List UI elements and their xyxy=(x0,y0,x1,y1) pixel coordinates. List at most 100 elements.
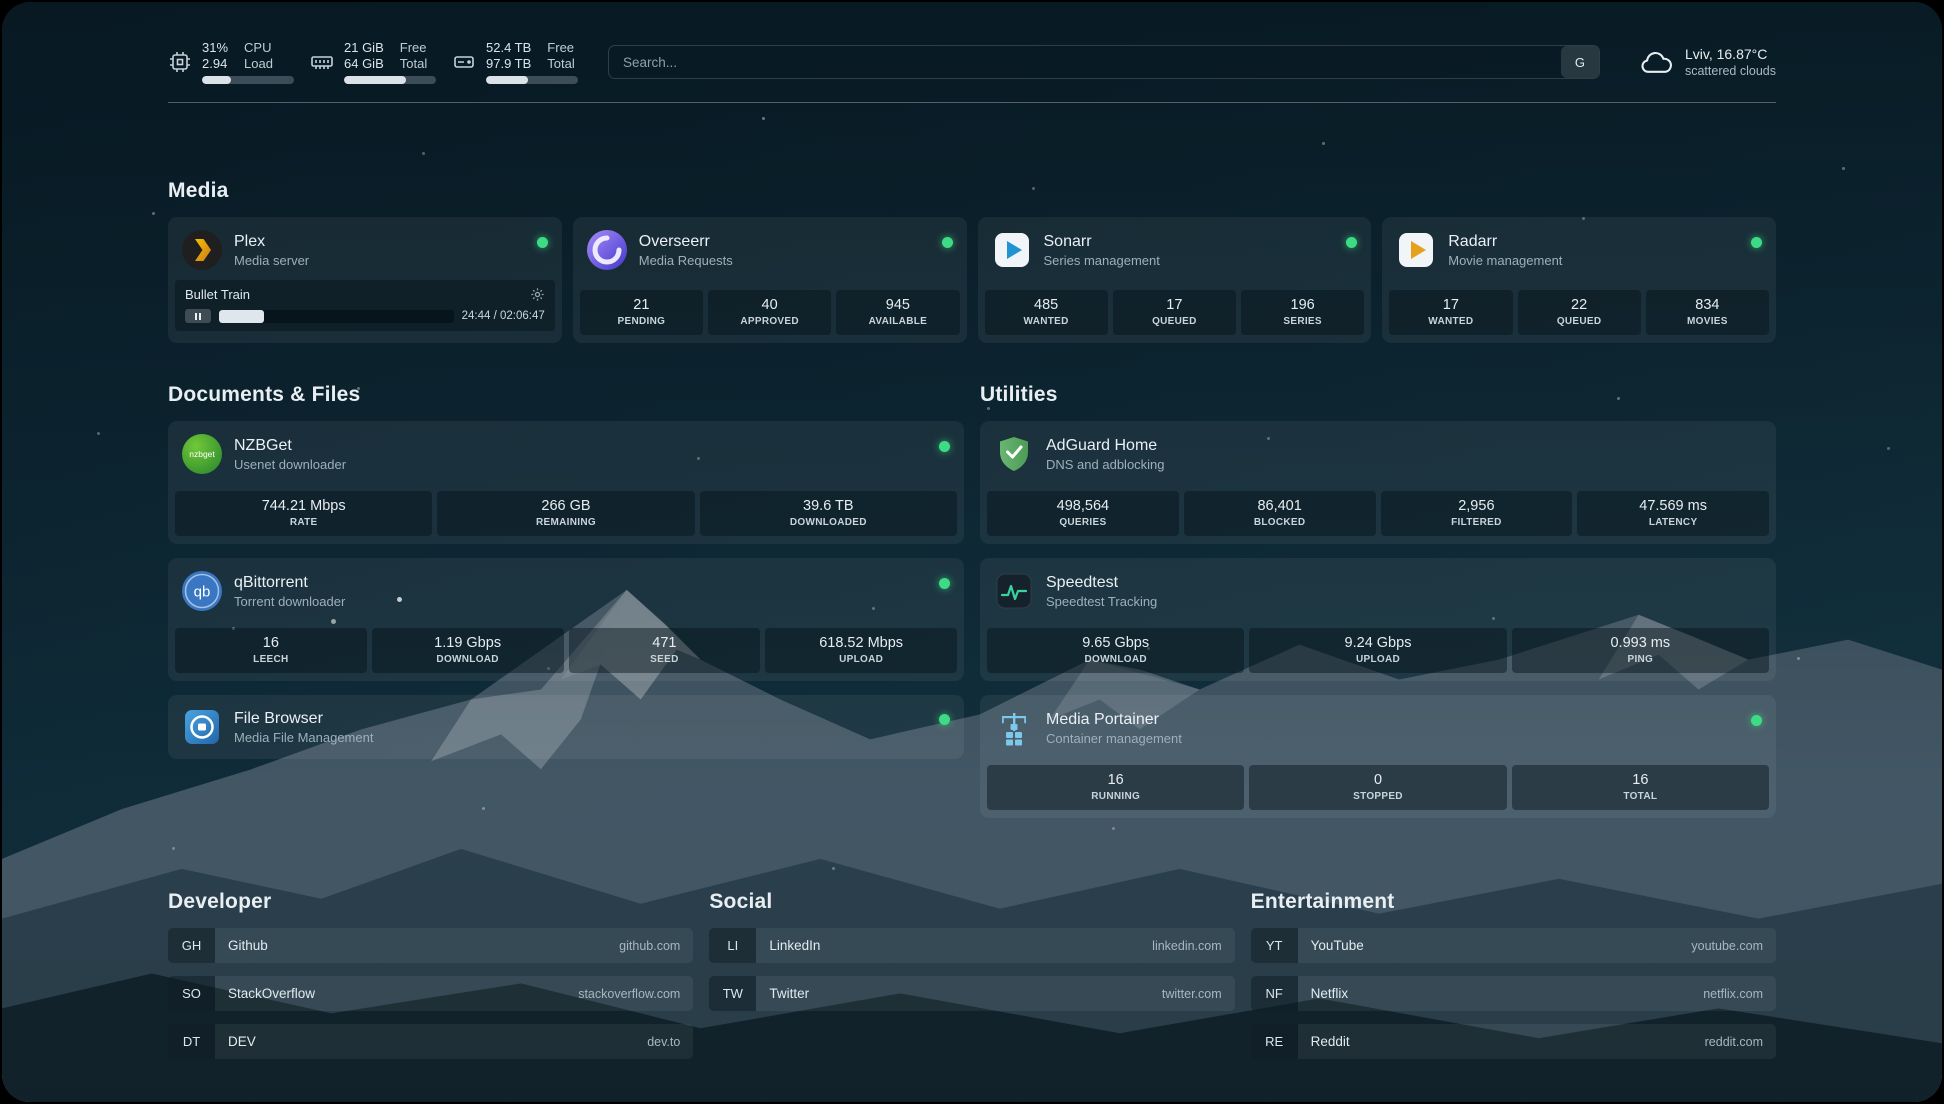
stat-label: PENDING xyxy=(584,316,699,327)
bookmark-domain: youtube.com xyxy=(1691,939,1763,953)
stat-label: LEECH xyxy=(179,654,363,665)
weather-condition: scattered clouds xyxy=(1685,64,1776,78)
stat-value: 86,401 xyxy=(1188,498,1372,514)
weather-widget[interactable]: Lviv, 16.87°C scattered clouds xyxy=(1638,46,1776,78)
service-name: Speedtest xyxy=(1046,574,1157,592)
stat-label: BLOCKED xyxy=(1188,517,1372,528)
topbar: 31% 2.94 CPU Load xyxy=(168,40,1776,84)
stat-label: WANTED xyxy=(1393,316,1508,327)
bookmark-name: Reddit xyxy=(1311,1034,1350,1049)
service-card-sonarr[interactable]: Sonarr Series management 485 WANTED 17 Q… xyxy=(978,217,1372,343)
stat-block: 16 TOTAL xyxy=(1512,765,1769,810)
sonarr-icon xyxy=(992,230,1032,270)
bookmark-abbr: NF xyxy=(1251,976,1298,1011)
resource-widgets: 31% 2.94 CPU Load xyxy=(168,40,578,84)
stat-label: REMAINING xyxy=(441,517,690,528)
stat-block: 17 WANTED xyxy=(1389,290,1512,335)
bookmark-abbr: DT xyxy=(168,1024,215,1059)
status-indicator xyxy=(939,441,950,452)
weather-location: Lviv, 16.87°C xyxy=(1685,46,1776,62)
playback-progress-track[interactable] xyxy=(219,310,454,323)
svg-text:qb: qb xyxy=(194,584,211,601)
bookmark-netflix[interactable]: NF Netflix netflix.com xyxy=(1251,976,1776,1011)
bookmark-github[interactable]: GH Github github.com xyxy=(168,928,693,963)
service-card-nzbget[interactable]: nzbget NZBGet Usenet downloader 74 xyxy=(168,421,964,544)
nzbget-icon: nzbget xyxy=(182,434,222,474)
stat-label: TOTAL xyxy=(1516,791,1765,802)
service-description: Torrent downloader xyxy=(234,594,345,609)
gear-icon[interactable] xyxy=(530,287,545,302)
stat-label: SERIES xyxy=(1245,316,1360,327)
bookmark-group-title: Entertainment xyxy=(1251,890,1776,914)
stat-label: WANTED xyxy=(989,316,1104,327)
bookmark-name: StackOverflow xyxy=(228,986,315,1001)
stat-value: 0 xyxy=(1253,772,1502,788)
stat-value: 21 xyxy=(584,297,699,313)
stat-block: 196 SERIES xyxy=(1241,290,1364,335)
bookmark-group-entertainment: Entertainment YT YouTube youtube.com NF … xyxy=(1251,890,1776,1072)
service-card-speedtest[interactable]: Speedtest Speedtest Tracking 9.65 Gbps D… xyxy=(980,558,1776,681)
search-input[interactable] xyxy=(609,46,1561,78)
playback-progress-fill xyxy=(219,310,264,323)
pause-button[interactable] xyxy=(185,309,211,323)
stat-block: 0.993 ms PING xyxy=(1512,628,1769,673)
service-name: Radarr xyxy=(1448,233,1562,251)
stat-block: 1.19 Gbps DOWNLOAD xyxy=(372,628,564,673)
bookmark-name: DEV xyxy=(228,1034,256,1049)
bookmark-stackoverflow[interactable]: SO StackOverflow stackoverflow.com xyxy=(168,976,693,1011)
bookmark-name: Netflix xyxy=(1311,986,1349,1001)
bookmark-linkedin[interactable]: LI LinkedIn linkedin.com xyxy=(709,928,1234,963)
group-title-documents: Documents & Files xyxy=(168,383,964,407)
bookmark-dev[interactable]: DT DEV dev.to xyxy=(168,1024,693,1059)
bookmark-domain: dev.to xyxy=(647,1035,680,1049)
stat-block: 945 AVAILABLE xyxy=(836,290,959,335)
service-name: Overseerr xyxy=(639,233,733,251)
bookmark-youtube[interactable]: YT YouTube youtube.com xyxy=(1251,928,1776,963)
cpu-icon xyxy=(168,50,192,74)
service-description: Usenet downloader xyxy=(234,457,346,472)
disk-free-label: Free xyxy=(547,40,574,56)
search-bar: G xyxy=(608,45,1600,79)
stat-block: 16 RUNNING xyxy=(987,765,1244,810)
cpu-progress-track xyxy=(202,76,294,84)
cpu-usage-value: 31% xyxy=(202,40,228,56)
service-card-filebrowser[interactable]: File Browser Media File Management xyxy=(168,695,964,759)
service-card-qbittorrent[interactable]: qb qBittorrent Torrent downloader xyxy=(168,558,964,681)
bookmark-twitter[interactable]: TW Twitter twitter.com xyxy=(709,976,1234,1011)
stat-label: QUEUED xyxy=(1117,316,1232,327)
stat-label: DOWNLOADED xyxy=(704,517,953,528)
stat-block: 22 QUEUED xyxy=(1518,290,1641,335)
speedtest-icon xyxy=(994,571,1034,611)
stat-block: 834 MOVIES xyxy=(1646,290,1769,335)
service-card-portainer[interactable]: Media Portainer Container management 16 … xyxy=(980,695,1776,818)
service-card-radarr[interactable]: Radarr Movie management 17 WANTED 22 QUE… xyxy=(1382,217,1776,343)
stat-block: 485 WANTED xyxy=(985,290,1108,335)
service-card-adguard[interactable]: AdGuard Home DNS and adblocking 498,564 … xyxy=(980,421,1776,544)
search-provider-button[interactable]: G xyxy=(1561,46,1599,78)
bookmark-reddit[interactable]: RE Reddit reddit.com xyxy=(1251,1024,1776,1059)
service-name: NZBGet xyxy=(234,437,346,455)
stat-label: UPLOAD xyxy=(1253,654,1502,665)
stat-value: 0.993 ms xyxy=(1516,635,1765,651)
service-card-overseerr[interactable]: Overseerr Media Requests 21 PENDING 40 A… xyxy=(573,217,967,343)
cpu-load-label: Load xyxy=(244,56,273,72)
disk-progress-fill xyxy=(486,76,528,84)
stat-value: 16 xyxy=(991,772,1240,788)
service-card-plex[interactable]: Plex Media server Bullet Train xyxy=(168,217,562,343)
status-indicator xyxy=(1751,237,1762,248)
cloud-icon xyxy=(1638,49,1674,76)
stat-block: 0 STOPPED xyxy=(1249,765,1506,810)
memory-free-value: 21 GiB xyxy=(344,40,384,56)
service-name: Plex xyxy=(234,233,309,251)
stat-label: QUERIES xyxy=(991,517,1175,528)
memory-widget: 21 GiB 64 GiB Free Total xyxy=(310,40,436,84)
memory-progress-fill xyxy=(344,76,406,84)
adguard-icon xyxy=(994,434,1034,474)
bookmark-domain: twitter.com xyxy=(1162,987,1222,1001)
stat-block: 40 APPROVED xyxy=(708,290,831,335)
filebrowser-icon xyxy=(182,707,222,747)
bookmark-abbr: TW xyxy=(709,976,756,1011)
stat-value: 498,564 xyxy=(991,498,1175,514)
status-indicator xyxy=(1346,237,1357,248)
memory-progress-track xyxy=(344,76,436,84)
